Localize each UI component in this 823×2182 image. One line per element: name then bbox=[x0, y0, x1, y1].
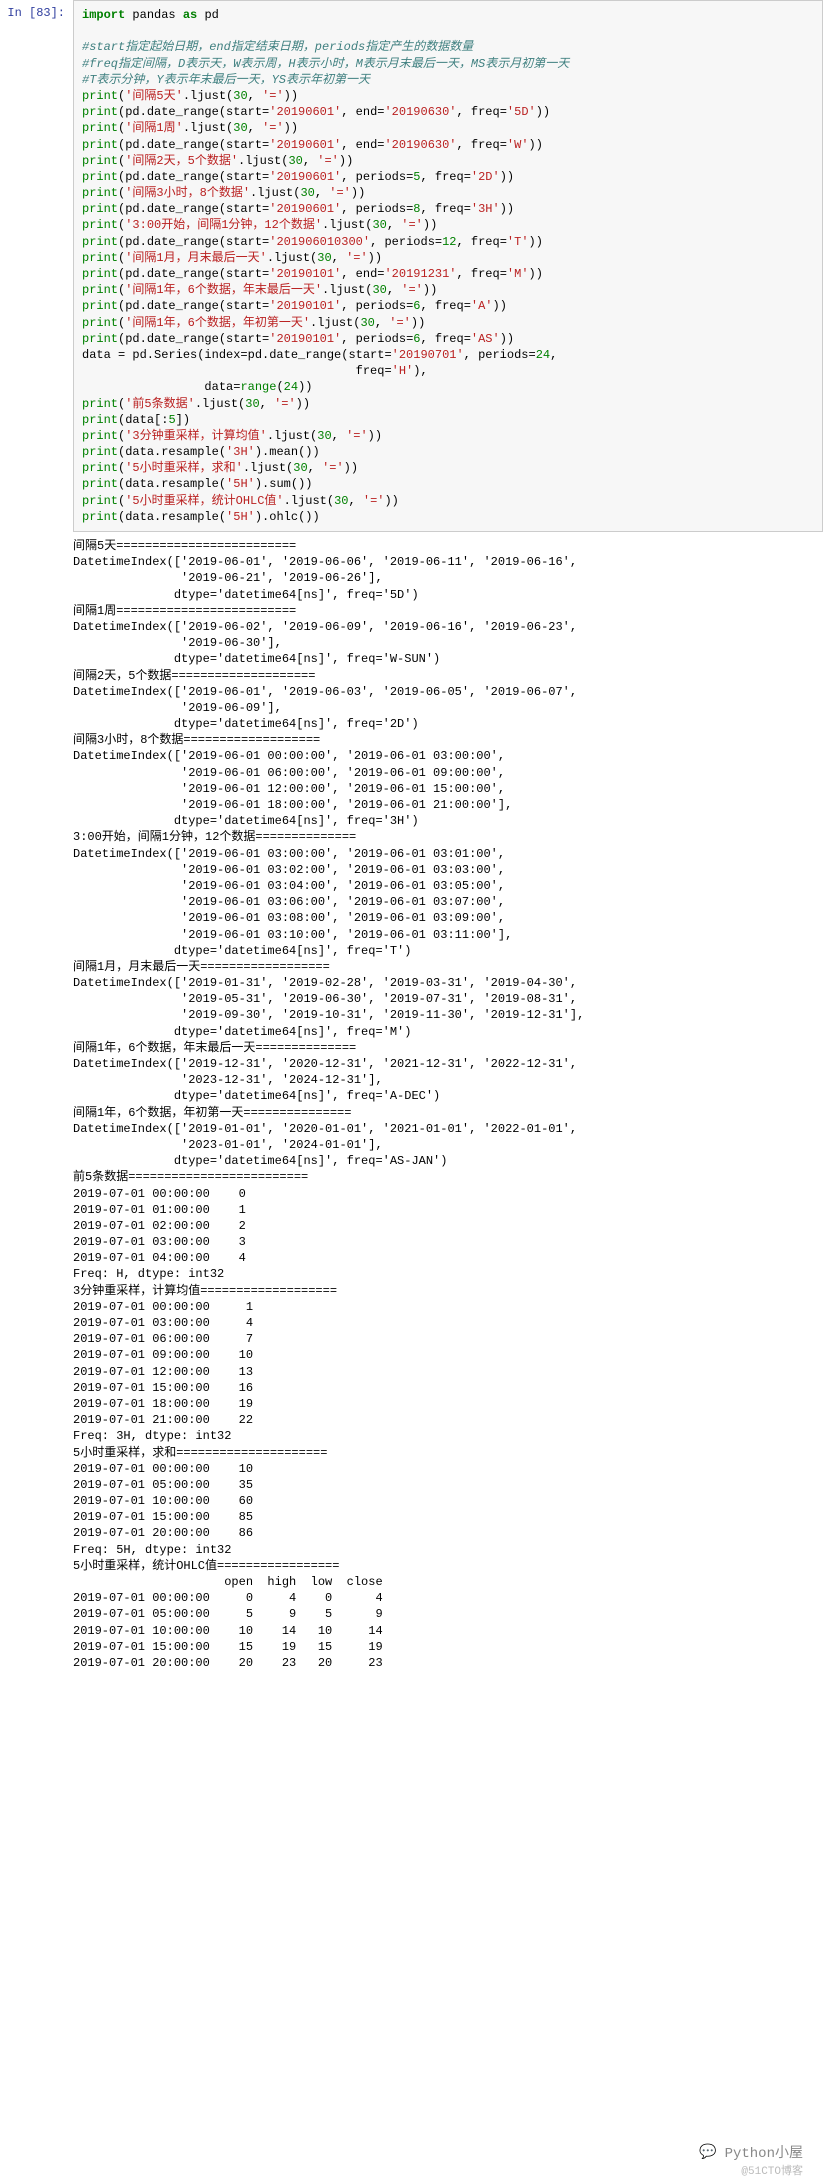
code-area: import pandas as pd #start指定起始日期，end指定结束… bbox=[73, 0, 823, 532]
input-cell: In [83]: import pandas as pd #start指定起始日… bbox=[0, 0, 823, 532]
wechat-icon: 💬 bbox=[699, 2144, 716, 2161]
input-prompt: In [83]: bbox=[0, 0, 73, 20]
watermark-logo: 💬 Python小屋 bbox=[699, 2142, 803, 2162]
output-area: 间隔5天========================= DatetimeIn… bbox=[65, 532, 823, 1677]
watermark-source: @51CTO博客 bbox=[741, 2162, 803, 2178]
watermark-text: Python小屋 bbox=[725, 2142, 803, 2162]
